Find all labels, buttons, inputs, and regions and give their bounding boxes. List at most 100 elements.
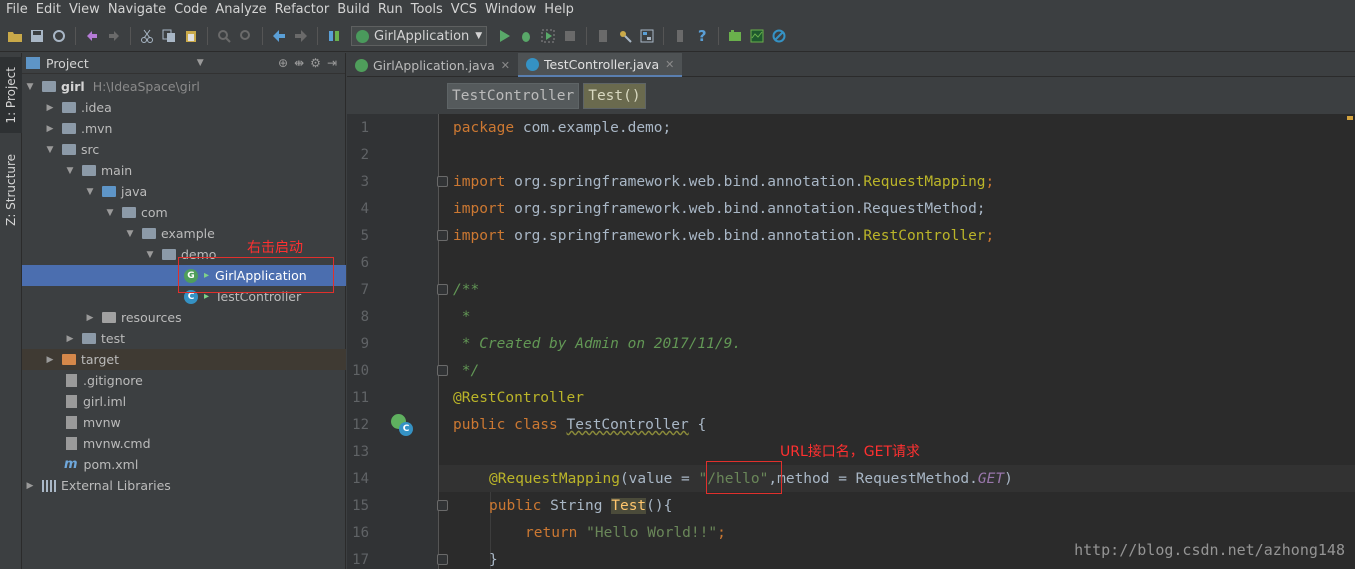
redo-icon[interactable] [103, 25, 125, 47]
collapse-arrow-icon[interactable]: ▶ [84, 313, 96, 323]
stop-icon[interactable] [559, 25, 581, 47]
tree-item-girl[interactable]: ▼ girl H:\IdeaSpace\girl [22, 76, 346, 97]
tree-item-mvn[interactable]: ▶ .mvn [22, 118, 346, 139]
spring-bean-gutter-icon[interactable]: C [391, 414, 413, 436]
menu-edit[interactable]: Edit [32, 0, 65, 20]
menu-code[interactable]: Code [170, 0, 211, 20]
copy-icon[interactable] [158, 25, 180, 47]
no-entry-icon[interactable] [768, 25, 790, 47]
structure-tool-tab[interactable]: Z: Structure [0, 145, 22, 235]
fold-marker-icon[interactable] [437, 230, 448, 241]
settings-wrench-icon[interactable] [614, 25, 636, 47]
help-icon[interactable]: ? [691, 25, 713, 47]
collapse-arrow-icon[interactable]: ▶ [44, 103, 56, 113]
dropdown-arrow-icon: ▼ [475, 31, 483, 41]
menu-view[interactable]: View [65, 0, 104, 20]
line-number: 1 [360, 120, 369, 136]
line-number: 14 [352, 471, 369, 487]
close-icon[interactable]: ✕ [501, 59, 510, 72]
save-icon[interactable] [26, 25, 48, 47]
menu-window[interactable]: Window [481, 0, 540, 20]
build-icon[interactable] [323, 25, 345, 47]
scroll-from-source-icon[interactable]: ⊕ [278, 56, 288, 70]
open-folder-icon[interactable] [4, 25, 26, 47]
paste-icon[interactable] [180, 25, 202, 47]
menu-navigate[interactable]: Navigate [104, 0, 170, 20]
tree-item-java[interactable]: ▼ java [22, 181, 346, 202]
run-icon[interactable] [493, 25, 515, 47]
sdk-icon[interactable] [669, 25, 691, 47]
line-number: 7 [360, 282, 369, 298]
collapse-arrow-icon[interactable]: ▶ [44, 355, 56, 365]
cut-icon[interactable] [136, 25, 158, 47]
expand-arrow-icon[interactable]: ▼ [104, 208, 116, 218]
menu-analyze[interactable]: Analyze [211, 0, 270, 20]
fold-marker-icon[interactable] [437, 365, 448, 376]
project-tool-tab[interactable]: 1: Project [0, 57, 22, 133]
tab-testcontroller-java[interactable]: TestController.java ✕ [518, 53, 683, 77]
tree-item-girl-iml[interactable]: girl.iml [22, 391, 346, 412]
fold-marker-icon[interactable] [437, 284, 448, 295]
tree-item-external-libraries[interactable]: ▶ External Libraries [22, 475, 346, 496]
line-number: 12 [352, 417, 369, 433]
project-structure-icon[interactable] [636, 25, 658, 47]
menu-file[interactable]: File [2, 0, 32, 20]
expand-arrow-icon[interactable]: ▼ [84, 187, 96, 197]
plugin-icon[interactable] [724, 25, 746, 47]
fold-marker-icon[interactable] [437, 500, 448, 511]
view-dropdown-arrow-icon[interactable]: ▼ [197, 58, 204, 68]
forward-arrow-icon[interactable] [290, 25, 312, 47]
menu-tools[interactable]: Tools [407, 0, 447, 20]
tree-item-gitignore[interactable]: .gitignore [22, 370, 346, 391]
coverage-icon[interactable] [537, 25, 559, 47]
tree-item-com[interactable]: ▼ com [22, 202, 346, 223]
code-line-7: /** [453, 282, 480, 298]
breadcrumb-class[interactable]: TestController [447, 82, 580, 109]
back-arrow-icon[interactable] [268, 25, 290, 47]
hide-panel-icon[interactable]: ⇥ [327, 56, 337, 70]
code-editor[interactable]: 1 2 3 4 5 6 7 8 9 10 11 12 13 14 15 16 1… [347, 114, 1355, 569]
tree-item-idea[interactable]: ▶ .idea [22, 97, 346, 118]
line-number: 10 [352, 363, 369, 379]
tab-girlapplication-java[interactable]: GirlApplication.java ✕ [347, 53, 518, 77]
replace-icon[interactable] [235, 25, 257, 47]
tree-item-test[interactable]: ▶ test [22, 328, 346, 349]
tree-item-resources[interactable]: ▶ resources [22, 307, 346, 328]
line-number: 2 [360, 147, 369, 163]
expand-arrow-icon[interactable]: ▼ [144, 250, 156, 260]
debug-icon[interactable] [515, 25, 537, 47]
tree-item-pom-xml[interactable]: m pom.xml [22, 454, 346, 475]
menu-run[interactable]: Run [374, 0, 407, 20]
collapse-arrow-icon[interactable]: ▶ [24, 481, 36, 491]
menu-vcs[interactable]: VCS [447, 0, 481, 20]
expand-arrow-icon[interactable]: ▼ [124, 229, 136, 239]
find-icon[interactable] [213, 25, 235, 47]
breadcrumb-method[interactable]: Test() [583, 82, 646, 109]
close-icon[interactable]: ✕ [665, 58, 674, 71]
project-panel-title[interactable]: Project [46, 56, 89, 71]
tree-item-mvnw[interactable]: mvnw [22, 412, 346, 433]
tree-item-src[interactable]: ▼ src [22, 139, 346, 160]
tree-item-target[interactable]: ▶ target [22, 349, 346, 370]
error-stripe-marker[interactable] [1347, 116, 1353, 120]
collapse-all-icon[interactable]: ⇼ [294, 56, 304, 70]
settings-gear-icon[interactable]: ⚙ [310, 56, 321, 70]
fold-marker-icon[interactable] [437, 176, 448, 187]
expand-arrow-icon[interactable]: ▼ [44, 145, 56, 155]
monitor-icon[interactable] [746, 25, 768, 47]
menu-build[interactable]: Build [333, 0, 374, 20]
menu-help[interactable]: Help [540, 0, 578, 20]
toolbar-separator [317, 27, 318, 45]
tree-item-mvnw-cmd[interactable]: mvnw.cmd [22, 433, 346, 454]
tree-item-main[interactable]: ▼ main [22, 160, 346, 181]
fold-marker-icon[interactable] [437, 554, 448, 565]
run-config-selector[interactable]: GirlApplication ▼ [351, 26, 488, 46]
sync-icon[interactable] [48, 25, 70, 47]
undo-icon[interactable] [81, 25, 103, 47]
attach-icon[interactable] [592, 25, 614, 47]
collapse-arrow-icon[interactable]: ▶ [64, 334, 76, 344]
expand-arrow-icon[interactable]: ▼ [24, 82, 36, 92]
collapse-arrow-icon[interactable]: ▶ [44, 124, 56, 134]
expand-arrow-icon[interactable]: ▼ [64, 166, 76, 176]
menu-refactor[interactable]: Refactor [271, 0, 334, 20]
